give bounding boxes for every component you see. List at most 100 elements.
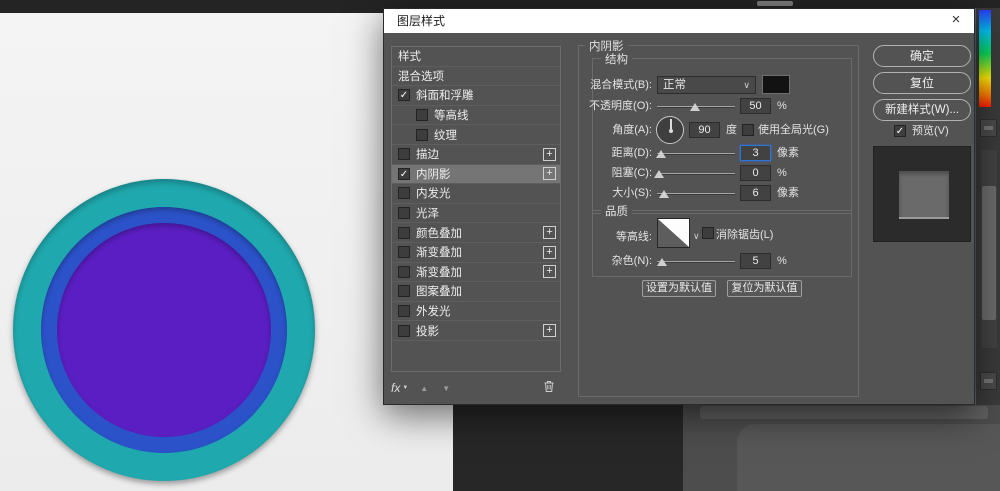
slider-thumb[interactable]: [690, 103, 701, 111]
checkbox-unchecked-icon[interactable]: [398, 285, 410, 298]
shape-circle-core[interactable]: [57, 223, 271, 437]
checkbox-unchecked-icon[interactable]: [416, 128, 428, 141]
style-item-label: 图案叠加: [416, 286, 462, 299]
reset-button[interactable]: 复位: [873, 72, 971, 94]
checkbox-unchecked-icon[interactable]: [398, 265, 410, 278]
angle-input[interactable]: [689, 122, 720, 138]
fx-menu-button[interactable]: fx: [391, 381, 400, 395]
style-item-label: 投影: [416, 325, 439, 338]
close-icon[interactable]: ×: [938, 9, 974, 33]
background-dark-panel: [453, 405, 683, 491]
style-item-label: 纹理: [434, 129, 457, 142]
horizontal-scrollbar-thumb[interactable]: [757, 1, 793, 6]
plus-icon[interactable]: +: [543, 324, 556, 338]
slider-thumb[interactable]: [659, 190, 670, 198]
new-style-button[interactable]: 新建样式(W)...: [873, 99, 971, 121]
style-item-gradient-overlay-2[interactable]: 渐变叠加 +: [392, 263, 560, 283]
distance-slider[interactable]: [655, 150, 735, 158]
choke-label: 阻塞(C):: [611, 167, 652, 179]
blend-mode-select[interactable]: 正常 ∨: [657, 76, 756, 94]
panel-button-top[interactable]: [980, 119, 997, 137]
style-item-inner-shadow[interactable]: ✓ 内阴影 +: [392, 164, 560, 185]
style-item-label: 渐变叠加: [416, 266, 462, 279]
styles-list: 混合选项 ✓ 斜面和浮雕 等高线 纹理 描边 + ✓ 内阴影 + 内发光 光泽 颜色叠加 + 渐变叠加 + 渐变…: [392, 67, 560, 341]
checkbox-unchecked-icon[interactable]: [398, 226, 410, 239]
angle-row: 角度(A): 度 使用全局光(G): [579, 115, 860, 145]
vertical-scrollbar-thumb[interactable]: [982, 186, 996, 320]
style-item-label: 内发光: [416, 188, 451, 201]
distance-unit: 像素: [777, 147, 799, 159]
checkbox-unchecked-icon[interactable]: [398, 305, 410, 318]
plus-icon[interactable]: +: [543, 265, 556, 279]
move-up-icon[interactable]: ▲: [420, 384, 428, 393]
style-item-pattern-overlay[interactable]: 图案叠加: [392, 282, 560, 302]
hue-slider[interactable]: [979, 10, 991, 107]
chevron-down-icon[interactable]: ∨: [693, 231, 700, 242]
style-item-color-overlay[interactable]: 颜色叠加 +: [392, 223, 560, 243]
contour-picker[interactable]: [657, 218, 690, 248]
opacity-unit: %: [777, 100, 787, 112]
noise-slider[interactable]: [656, 258, 735, 266]
global-light-checkbox[interactable]: [742, 124, 754, 136]
checkbox-unchecked-icon[interactable]: [398, 187, 410, 200]
style-item-bevel-emboss[interactable]: ✓ 斜面和浮雕: [392, 86, 560, 106]
delete-effect-icon[interactable]: [543, 380, 555, 396]
checkbox-checked-icon[interactable]: ✓: [398, 167, 410, 180]
reset-default-button[interactable]: 复位为默认值: [727, 280, 802, 297]
size-slider[interactable]: [657, 190, 735, 198]
noise-input[interactable]: [740, 253, 771, 269]
contour-shape: [658, 219, 689, 247]
style-item-contour[interactable]: 等高线: [392, 106, 560, 126]
side-panel-edge: [975, 8, 1000, 405]
chevron-down-icon: ∨: [743, 80, 750, 90]
plus-icon[interactable]: +: [543, 226, 556, 240]
style-item-gradient-overlay-1[interactable]: 渐变叠加 +: [392, 243, 560, 263]
checkbox-checked-icon[interactable]: ✓: [398, 89, 410, 102]
opacity-label: 不透明度(O):: [589, 100, 652, 112]
styles-header-row[interactable]: 样式: [392, 47, 560, 67]
size-input[interactable]: [740, 185, 771, 201]
checkbox-unchecked-icon[interactable]: [398, 246, 410, 259]
style-item-stroke[interactable]: 描边 +: [392, 145, 560, 165]
slider-thumb[interactable]: [655, 150, 666, 158]
slider-thumb[interactable]: [656, 258, 667, 266]
style-item-blending-options[interactable]: 混合选项: [392, 67, 560, 87]
plus-icon[interactable]: +: [543, 245, 556, 259]
panel-button-bottom[interactable]: [980, 372, 997, 390]
preview-checkbox-checked[interactable]: ✓: [894, 125, 906, 137]
choke-slider[interactable]: [654, 170, 735, 178]
ok-button[interactable]: 确定: [873, 45, 971, 67]
plus-icon[interactable]: +: [543, 147, 556, 161]
style-item-label: 斜面和浮雕: [416, 90, 474, 103]
style-item-outer-glow[interactable]: 外发光: [392, 302, 560, 322]
dialog-titlebar[interactable]: 图层样式 ×: [384, 9, 974, 33]
move-down-icon[interactable]: ▼: [442, 384, 450, 393]
style-item-drop-shadow[interactable]: 投影 +: [392, 321, 560, 341]
checkbox-unchecked-icon[interactable]: [398, 324, 410, 337]
slider-thumb[interactable]: [654, 170, 665, 178]
style-item-texture[interactable]: 纹理: [392, 125, 560, 145]
size-unit: 像素: [777, 187, 799, 199]
distance-input[interactable]: [740, 145, 771, 161]
photoshop-workspace: 图层样式 × 样式 混合选项 ✓ 斜面和浮雕等高线纹理描边 + ✓ 内阴影 + 内发光光泽颜色…: [0, 0, 1000, 491]
blend-mode-row: 混合模式(B): 正常 ∨: [579, 75, 860, 95]
angle-dial[interactable]: [656, 116, 684, 144]
blend-mode-value: 正常: [663, 79, 686, 91]
vertical-scrollbar-track[interactable]: [981, 150, 997, 348]
opacity-input[interactable]: [740, 98, 771, 114]
preview-label: 预览(V): [912, 125, 949, 137]
shadow-color-swatch[interactable]: [762, 75, 790, 94]
style-item-inner-glow[interactable]: 内发光: [392, 184, 560, 204]
styles-footer-toolbar: fx ▼ ▲ ▼: [391, 378, 561, 398]
checkbox-unchecked-icon[interactable]: [398, 207, 410, 220]
choke-input[interactable]: [740, 165, 771, 181]
checkbox-unchecked-icon[interactable]: [416, 109, 428, 122]
style-item-label: 等高线: [434, 110, 469, 123]
style-item-label: 光泽: [416, 208, 439, 221]
plus-icon[interactable]: +: [543, 167, 556, 181]
antialias-checkbox[interactable]: [702, 227, 714, 239]
checkbox-unchecked-icon[interactable]: [398, 148, 410, 161]
set-default-button[interactable]: 设置为默认值: [642, 280, 716, 297]
style-item-satin[interactable]: 光泽: [392, 204, 560, 224]
opacity-slider[interactable]: [657, 103, 735, 111]
